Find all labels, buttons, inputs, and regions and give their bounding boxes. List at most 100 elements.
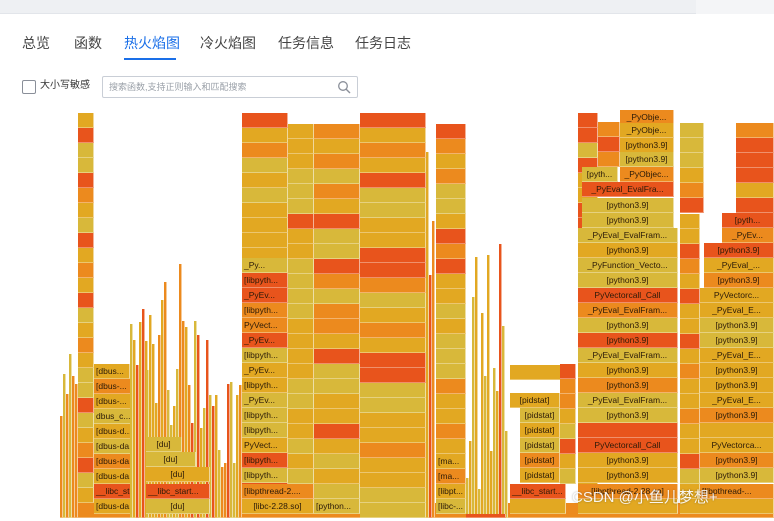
flame-frame[interactable] [288, 214, 314, 229]
flame-frame[interactable] [314, 424, 360, 439]
flame-frame[interactable]: _PyEval_EvalFra... [582, 182, 674, 197]
flame-frame[interactable] [360, 398, 426, 413]
flame-frame[interactable] [598, 122, 620, 137]
flame-frame[interactable] [288, 454, 314, 469]
flame-frame[interactable] [436, 424, 466, 439]
flame-frame[interactable]: [libpyth... [242, 468, 288, 483]
flame-frame[interactable] [360, 428, 426, 443]
flame-frame[interactable]: [python3.9] [578, 318, 678, 333]
flame-frame[interactable] [436, 259, 466, 274]
flame-frame[interactable]: [pyth... [582, 167, 618, 182]
flame-frame[interactable]: _PyEv... [242, 333, 288, 348]
flame-frame[interactable] [560, 454, 576, 469]
flame-frame[interactable] [78, 158, 94, 173]
flame-frame[interactable] [360, 413, 426, 428]
flame-frame[interactable]: [python3.9] [578, 468, 678, 483]
flame-frame[interactable]: _PyEval_EvalFram... [578, 393, 678, 408]
flame-frame[interactable] [680, 123, 704, 138]
flame-frame[interactable]: [python3.9] [578, 363, 678, 378]
flame-frame[interactable] [288, 469, 314, 484]
flame-frame[interactable] [78, 398, 94, 413]
flame-frame[interactable] [242, 188, 288, 203]
flame-frame[interactable]: [du] [146, 437, 182, 452]
flame-frame[interactable] [360, 143, 426, 158]
flame-frame[interactable]: [libpyth... [242, 273, 288, 288]
flame-frame[interactable] [78, 413, 94, 428]
flame-frame[interactable]: [python... [314, 499, 360, 514]
flame-frame[interactable] [436, 304, 466, 319]
flame-frame[interactable] [680, 138, 704, 153]
flame-frame[interactable]: [ma... [436, 454, 466, 469]
flame-frame[interactable] [560, 424, 576, 439]
flame-frame[interactable] [314, 364, 360, 379]
flame-frame[interactable] [288, 229, 314, 244]
flame-frame[interactable]: _PyEval_... [704, 258, 774, 273]
flame-frame[interactable] [360, 293, 426, 308]
flame-frame[interactable] [314, 379, 360, 394]
flame-frame[interactable]: _PyFunction_Vecto... [578, 258, 678, 273]
flame-frame[interactable] [288, 154, 314, 169]
flame-frame[interactable] [360, 173, 426, 188]
flame-frame[interactable] [360, 383, 426, 398]
flame-frame[interactable] [314, 319, 360, 334]
flame-frame[interactable] [560, 379, 576, 394]
flame-frame[interactable]: [pyth... [722, 213, 774, 228]
flame-frame[interactable] [436, 379, 466, 394]
flame-frame[interactable]: [libc-2.28.so] [242, 499, 314, 514]
flame-frame[interactable] [288, 439, 314, 454]
flame-frame[interactable] [680, 379, 700, 394]
flame-frame[interactable] [242, 113, 288, 128]
flame-frame[interactable]: [python3.9] [700, 468, 774, 483]
flame-frame[interactable] [466, 514, 506, 518]
flame-frame[interactable] [360, 248, 426, 263]
flame-frame[interactable] [314, 199, 360, 214]
flame-frame[interactable] [288, 319, 314, 334]
flame-frame[interactable] [578, 143, 598, 158]
flame-frame[interactable] [78, 353, 94, 368]
flame-frame[interactable] [560, 409, 576, 424]
flame-frame[interactable]: PyVectorca... [700, 438, 774, 453]
flame-frame[interactable] [242, 173, 288, 188]
flame-frame[interactable]: [pidstat] [520, 408, 560, 423]
flame-frame[interactable] [314, 244, 360, 259]
flame-frame[interactable] [436, 214, 466, 229]
flame-frame[interactable] [436, 439, 466, 454]
flame-frame[interactable] [360, 473, 426, 488]
flame-frame[interactable]: _PyEv... [722, 228, 774, 243]
flame-frame[interactable] [680, 274, 700, 289]
flame-frame[interactable] [78, 188, 94, 203]
tab-task-log[interactable]: 任务日志 [355, 34, 411, 52]
flame-frame[interactable] [314, 349, 360, 364]
flame-frame[interactable]: [dbus... [94, 364, 130, 379]
flame-frame[interactable] [314, 484, 360, 499]
flame-frame[interactable] [360, 368, 426, 383]
flame-frame[interactable]: [libpyth... [242, 408, 288, 423]
flame-frame[interactable]: [du] [146, 499, 210, 514]
flame-frame[interactable] [314, 169, 360, 184]
flame-frame[interactable] [436, 139, 466, 154]
flame-frame[interactable]: [python3.9] [700, 318, 774, 333]
flame-frame[interactable] [242, 218, 288, 233]
flame-frame[interactable] [680, 198, 704, 213]
flame-frame[interactable]: [libpthread-2.28.so] [578, 484, 678, 499]
flame-frame[interactable] [314, 409, 360, 424]
flame-frame[interactable]: [pidstat] [520, 453, 560, 468]
flame-frame[interactable] [510, 499, 566, 514]
flame-frame[interactable] [680, 259, 700, 274]
flame-frame[interactable] [505, 431, 508, 518]
flame-frame[interactable] [78, 308, 94, 323]
flame-frame[interactable] [680, 334, 700, 349]
flame-frame[interactable] [360, 353, 426, 368]
flame-frame[interactable] [78, 368, 94, 383]
search-input[interactable] [109, 79, 331, 94]
flame-frame[interactable]: [libpyth... [242, 378, 288, 393]
flame-frame[interactable] [436, 169, 466, 184]
flame-frame[interactable] [78, 173, 94, 188]
flame-frame[interactable]: [python3.9] [578, 378, 678, 393]
flame-frame[interactable] [436, 409, 466, 424]
flame-frame[interactable]: [dbus-d... [94, 424, 134, 439]
flame-frame[interactable]: [dbus-... [94, 379, 132, 394]
tab-functions[interactable]: 函数 [74, 34, 102, 52]
flame-frame[interactable]: [python3.9] [704, 273, 774, 288]
flame-frame[interactable] [736, 153, 774, 168]
